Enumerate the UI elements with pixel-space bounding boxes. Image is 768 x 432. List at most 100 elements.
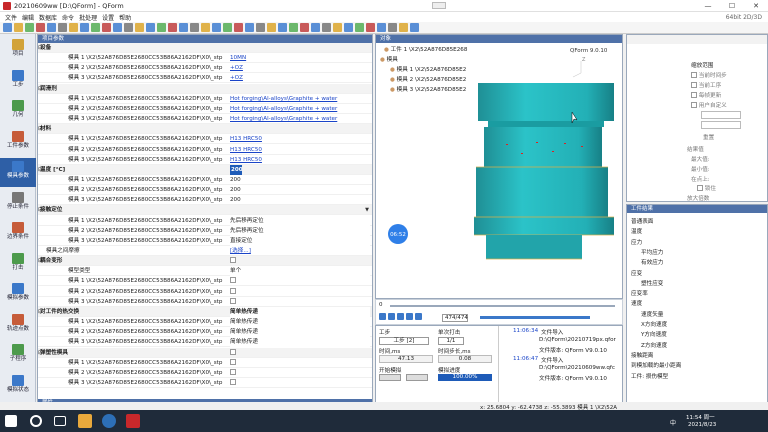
toolbar-button-icon[interactable] — [355, 23, 364, 32]
tree-dies[interactable]: ● 模具 — [380, 55, 398, 63]
toolbar-button-icon[interactable] — [289, 23, 298, 32]
tree-workpiece[interactable]: ● 工件 1 \X2\52A876D85E268 — [384, 45, 467, 53]
toolbar-button-icon[interactable] — [300, 23, 309, 32]
nav-subroutine[interactable]: 子程序 — [0, 341, 36, 370]
toolbar-button-icon[interactable] — [311, 23, 320, 32]
blow-tab[interactable]: 单次打击 — [438, 328, 460, 336]
property-category[interactable]: ⊟ 设备 — [38, 43, 372, 53]
browser-icon[interactable] — [102, 414, 116, 428]
prev-frame-button[interactable] — [388, 313, 395, 320]
property-value[interactable] — [230, 348, 370, 358]
property-row[interactable]: 模具 1 \X2\52A876D85E2680CC53B86A2162DF\X0… — [38, 134, 372, 145]
checkbox[interactable] — [230, 378, 236, 385]
property-row[interactable]: 模具 2 \X2\52A876D85E2680CC53B86A2162DF\X0… — [38, 145, 372, 155]
property-value[interactable] — [230, 276, 370, 286]
property-value[interactable]: 200 — [230, 164, 242, 175]
option-update-each-frame[interactable]: 每帧更新 — [691, 91, 721, 99]
property-row[interactable]: 模型类型▼单个 — [38, 266, 372, 277]
tree-die-3[interactable]: ● 模具 3 \X2\52A876D85E2 — [390, 85, 466, 93]
property-value[interactable]: H13 HRC50 — [230, 155, 370, 165]
menu-help[interactable]: 帮助 — [119, 13, 131, 22]
result-field-item[interactable]: 温度 — [631, 227, 642, 235]
toolbar-button-icon[interactable] — [168, 23, 177, 32]
property-value[interactable]: 先后移再定位 — [230, 215, 370, 226]
property-category[interactable]: ⊟ 对工件的热交换▼简单热传递 — [38, 306, 372, 317]
property-value[interactable] — [230, 297, 370, 307]
menu-edit[interactable]: 编辑 — [22, 13, 34, 22]
property-row[interactable]: 模具 2 \X2\52A876D85E2680CC53B86A2162DF\X0… — [38, 63, 372, 74]
property-category[interactable]: ⊟ 润滑剂 — [38, 83, 372, 94]
property-value[interactable] — [230, 368, 370, 378]
toolbar-button-icon[interactable] — [14, 23, 23, 32]
input-language[interactable]: 中 — [670, 418, 676, 427]
menu-command[interactable]: 命令 — [62, 13, 74, 22]
lock-option[interactable]: 锁住 — [697, 184, 716, 192]
toolbar-button-icon[interactable] — [410, 23, 419, 32]
property-value[interactable]: 简单热传递 — [230, 306, 370, 317]
time-slider[interactable] — [390, 305, 615, 307]
property-row[interactable]: 模具之间摩擦 [选择...] — [38, 246, 372, 256]
start-button[interactable] — [379, 374, 401, 381]
property-value[interactable]: 200 — [230, 185, 370, 195]
property-row[interactable]: 模具 3 \X2\52A876D85E2680CC53B86A2162DF\X0… — [38, 337, 372, 348]
result-field-item[interactable]: 到模加载的最小距离 — [631, 361, 681, 369]
minimize-button[interactable]: — — [696, 0, 720, 12]
toolbar-button-icon[interactable] — [278, 23, 287, 32]
nav-stop-conditions[interactable]: 停止条件 — [0, 189, 36, 218]
property-row[interactable]: 模具 2 \X2\52A876D85E2680CC53B86A2162DF\X0… — [38, 287, 372, 297]
property-row[interactable]: 模具 3 \X2\52A876D85E2680CC53B86A2162DF\X0… — [38, 297, 372, 307]
property-value[interactable]: 简单热传递 — [230, 317, 370, 328]
property-row[interactable]: 模具 3 \X2\52A876D85E2680CC53B86A2162DF\X0… — [38, 378, 372, 388]
search-icon[interactable] — [30, 415, 42, 427]
stop-button[interactable] — [406, 374, 428, 381]
property-row[interactable]: 模具 1 \X2\52A876D85E2680CC53B86A2162DF\X0… — [38, 175, 372, 185]
toolbar-button-icon[interactable] — [80, 23, 89, 32]
toolbar-button-icon[interactable] — [256, 23, 265, 32]
nav-boundary-conditions[interactable]: 边界条件 — [0, 219, 36, 248]
property-value[interactable] — [230, 378, 370, 388]
nav-tracking-points[interactable]: 轨迹点数 — [0, 311, 36, 340]
toolbar-button-icon[interactable] — [245, 23, 254, 32]
windows-start-icon[interactable] — [5, 415, 17, 427]
step-selector[interactable]: 工步 [2] — [379, 337, 429, 345]
result-field-item[interactable]: 速度矢量 — [641, 310, 663, 318]
range-max-input[interactable] — [701, 111, 741, 119]
toolbar-button-icon[interactable] — [234, 23, 243, 32]
toolbar-button-icon[interactable] — [223, 23, 232, 32]
property-category[interactable]: ⊟ 耦合变形 — [38, 256, 372, 267]
tree-die-1[interactable]: ● 模具 1 \X2\52A876D85E2 — [390, 65, 466, 73]
property-value[interactable] — [230, 256, 370, 266]
property-value[interactable]: 200 — [230, 195, 370, 205]
result-field-item[interactable]: 普通表面 — [631, 217, 653, 225]
last-frame-button[interactable] — [415, 313, 422, 320]
next-frame-button[interactable] — [406, 313, 413, 320]
property-row[interactable]: 模具 1 \X2\52A876D85E2680CC53B86A2162DF\X0… — [38, 53, 372, 64]
checkbox[interactable] — [230, 277, 236, 284]
nav-simulation-params[interactable]: 模拟参数 — [0, 280, 36, 309]
property-row[interactable]: 模具 3 \X2\52A876D85E2680CC53B86A2162DF\X0… — [38, 114, 372, 125]
result-field-item[interactable]: X方向速度 — [641, 320, 667, 328]
result-field-item[interactable]: 速度 — [631, 299, 642, 307]
property-value[interactable]: 先后移再定位 — [230, 225, 370, 236]
result-field-item[interactable]: 有效应力 — [641, 258, 663, 266]
property-row[interactable]: 模具 3 \X2\52A876D85E2680CC53B86A2162DF\X0… — [38, 195, 372, 206]
toolbar-button-icon[interactable] — [190, 23, 199, 32]
chevron-down-icon[interactable]: ▼ — [365, 205, 369, 215]
toolbar-button-icon[interactable] — [157, 23, 166, 32]
property-row[interactable]: 模具 3 \X2\52A876D85E2680CC53B86A2162DF\X0… — [38, 235, 372, 246]
result-field-item[interactable]: 工件: 损伤模型 — [631, 372, 668, 380]
checkbox[interactable] — [230, 368, 236, 375]
blow-selector[interactable]: 1/1 — [438, 337, 464, 345]
toolbar-button-icon[interactable] — [146, 23, 155, 32]
property-value[interactable]: [选择...] — [230, 246, 370, 256]
step-tab[interactable]: 工步 — [379, 328, 390, 336]
property-value[interactable]: Hot forging\Al-alloys\Graphite + water — [230, 94, 370, 104]
property-value[interactable]: H13 HRC50 — [230, 134, 370, 144]
nav-workpiece-params[interactable]: 工件参数 — [0, 128, 36, 157]
toolbar-button-icon[interactable] — [399, 23, 408, 32]
range-min-input[interactable] — [701, 121, 741, 129]
checkbox[interactable] — [230, 287, 236, 294]
result-field-item[interactable]: Y方向速度 — [641, 330, 667, 338]
reset-button[interactable]: 重置 — [703, 133, 714, 141]
property-category[interactable]: ⊟ 接触定位 ▼ — [38, 205, 372, 216]
